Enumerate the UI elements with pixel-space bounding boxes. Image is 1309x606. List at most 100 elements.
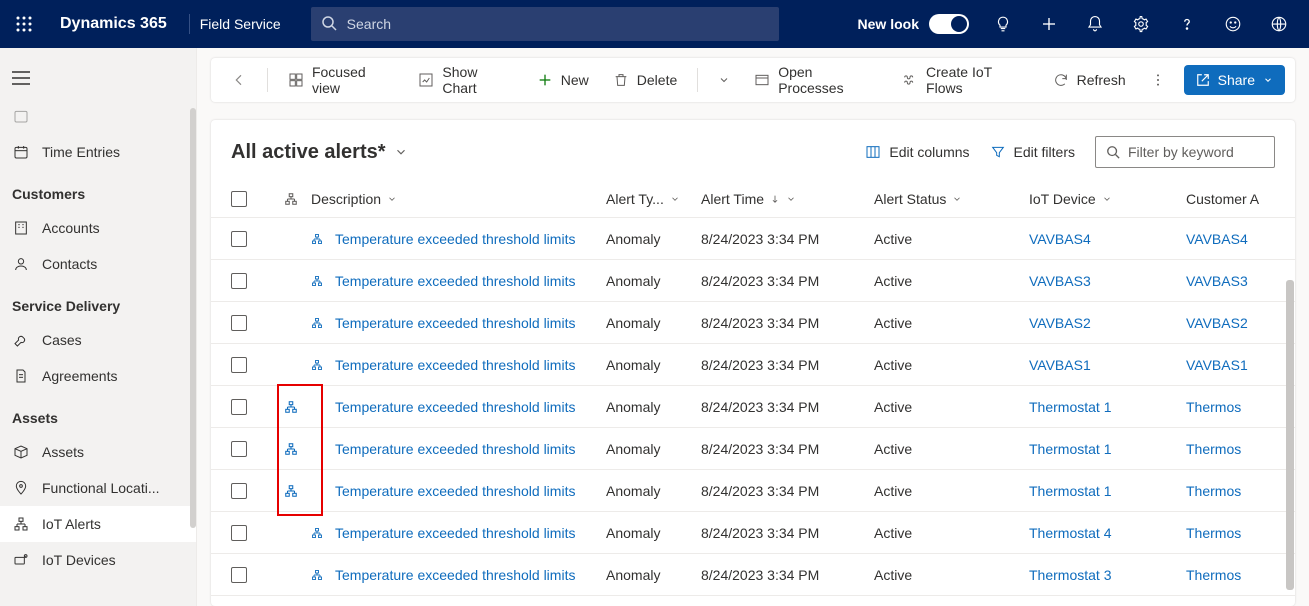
hierarchy-icon[interactable] [284,484,298,498]
customer-link[interactable]: Thermos [1186,567,1241,583]
share-icon [1196,73,1210,87]
plus-icon[interactable] [1027,0,1071,48]
overflow-button[interactable] [1140,66,1176,94]
new-button[interactable]: New [527,66,599,94]
filter-keyword-input[interactable]: Filter by keyword [1095,136,1275,168]
sidebar-item-accounts[interactable]: Accounts [0,210,196,246]
alert-type-cell: Anomaly [606,483,701,499]
table-row[interactable]: Temperature exceeded threshold limits Ano… [211,470,1295,512]
sidebar-item-contacts[interactable]: Contacts [0,246,196,282]
column-header-iot-device[interactable]: IoT Device [1029,191,1186,207]
column-header-description[interactable]: Description [311,191,606,207]
sidebar-item-label: Time Entries [42,144,120,160]
sidebar-item-truncated[interactable]: Time Off Requests [0,98,196,134]
column-header-customer[interactable]: Customer A [1186,191,1266,207]
customer-link[interactable]: VAVBAS3 [1186,273,1248,289]
hamburger-icon[interactable] [0,58,196,98]
column-header-alert-time[interactable]: Alert Time [701,191,874,207]
device-link[interactable]: Thermostat 1 [1029,441,1111,457]
select-all-checkbox[interactable] [231,191,247,207]
help-icon[interactable] [1165,0,1209,48]
column-header-alert-status[interactable]: Alert Status [874,191,1029,207]
sidebar-item-functional-locations[interactable]: Functional Locati... [0,470,196,506]
table-row[interactable]: Temperature exceeded threshold limitsAno… [211,512,1295,554]
table-row[interactable]: Temperature exceeded threshold limitsAno… [211,428,1295,470]
focused-view-button[interactable]: Focused view [278,58,404,102]
row-checkbox[interactable] [231,399,247,415]
sidebar-item-time-entries[interactable]: Time Entries [0,134,196,170]
description-link[interactable]: Temperature exceeded threshold limits [335,273,575,289]
device-link[interactable]: VAVBAS2 [1029,315,1091,331]
view-selector[interactable]: All active alerts* [231,141,408,164]
row-checkbox[interactable] [231,273,247,289]
smiley-icon[interactable] [1211,0,1255,48]
hierarchy-icon[interactable] [284,400,298,414]
show-chart-button[interactable]: Show Chart [408,58,522,102]
device-link[interactable]: VAVBAS4 [1029,231,1091,247]
back-button[interactable] [221,66,257,94]
customer-link[interactable]: VAVBAS4 [1186,231,1248,247]
bell-icon[interactable] [1073,0,1117,48]
sidebar-item-cases[interactable]: Cases [0,322,196,358]
customer-link[interactable]: Thermos [1186,399,1241,415]
device-link[interactable]: Thermostat 1 [1029,399,1111,415]
row-checkbox[interactable] [231,231,247,247]
app-name[interactable]: Field Service [200,16,311,32]
grid-scrollbar[interactable] [1286,280,1294,590]
device-link[interactable]: Thermostat 4 [1029,525,1111,541]
sidebar-item-agreements[interactable]: Agreements [0,358,196,394]
sidebar-item-iot-alerts[interactable]: IoT Alerts [0,506,196,542]
table-row[interactable]: Temperature exceeded threshold limitsAno… [211,554,1295,596]
row-checkbox[interactable] [231,441,247,457]
customer-link[interactable]: Thermos [1186,483,1241,499]
customer-link[interactable]: Thermos [1186,525,1241,541]
description-link[interactable]: Temperature exceeded threshold limits [335,441,575,457]
delete-button[interactable]: Delete [603,66,687,94]
row-checkbox[interactable] [231,483,247,499]
app-launcher-icon[interactable] [0,0,48,48]
row-checkbox[interactable] [231,315,247,331]
customer-link[interactable]: Thermos [1186,441,1241,457]
description-link[interactable]: Temperature exceeded threshold limits [335,231,575,247]
sidebar-item-iot-devices[interactable]: IoT Devices [0,542,196,578]
column-header-alert-type[interactable]: Alert Ty... [606,191,701,207]
sidebar-scrollbar[interactable] [190,108,196,528]
description-link[interactable]: Temperature exceeded threshold limits [335,399,575,415]
row-checkbox[interactable] [231,525,247,541]
new-look-toggle[interactable]: New look [858,14,969,34]
sidebar-item-label: IoT Alerts [42,516,101,532]
description-link[interactable]: Temperature exceeded threshold limits [335,567,575,583]
device-link[interactable]: Thermostat 3 [1029,567,1111,583]
edit-filters-button[interactable]: Edit filters [990,144,1075,160]
edit-columns-button[interactable]: Edit columns [865,144,969,160]
table-row[interactable]: Temperature exceeded threshold limitsAno… [211,344,1295,386]
delete-dropdown[interactable] [708,68,740,92]
gear-icon[interactable] [1119,0,1163,48]
customer-link[interactable]: VAVBAS2 [1186,315,1248,331]
row-checkbox[interactable] [231,357,247,373]
table-row[interactable]: Temperature exceeded threshold limitsAno… [211,260,1295,302]
table-row[interactable]: Temperature exceeded threshold limitsAno… [211,386,1295,428]
share-button[interactable]: Share [1184,65,1285,95]
description-link[interactable]: Temperature exceeded threshold limits [335,357,575,373]
hierarchy-column-header[interactable] [271,192,311,206]
create-iot-flows-button[interactable]: Create IoT Flows [892,58,1039,102]
hierarchy-icon[interactable] [284,442,298,456]
table-row[interactable]: Temperature exceeded threshold limitsAno… [211,218,1295,260]
row-checkbox[interactable] [231,567,247,583]
description-link[interactable]: Temperature exceeded threshold limits [335,315,575,331]
lightbulb-icon[interactable] [981,0,1025,48]
description-link[interactable]: Temperature exceeded threshold limits [335,525,575,541]
customer-link[interactable]: VAVBAS1 [1186,357,1248,373]
description-link[interactable]: Temperature exceeded threshold limits [335,483,575,499]
search-input[interactable] [311,7,779,41]
refresh-button[interactable]: Refresh [1043,66,1136,94]
device-link[interactable]: VAVBAS3 [1029,273,1091,289]
table-row[interactable]: Temperature exceeded threshold limitsAno… [211,302,1295,344]
command-label: Create IoT Flows [926,64,1029,96]
device-link[interactable]: Thermostat 1 [1029,483,1111,499]
globe-icon[interactable] [1257,0,1301,48]
device-link[interactable]: VAVBAS1 [1029,357,1091,373]
open-processes-button[interactable]: Open Processes [744,58,888,102]
sidebar-item-assets[interactable]: Assets [0,434,196,470]
